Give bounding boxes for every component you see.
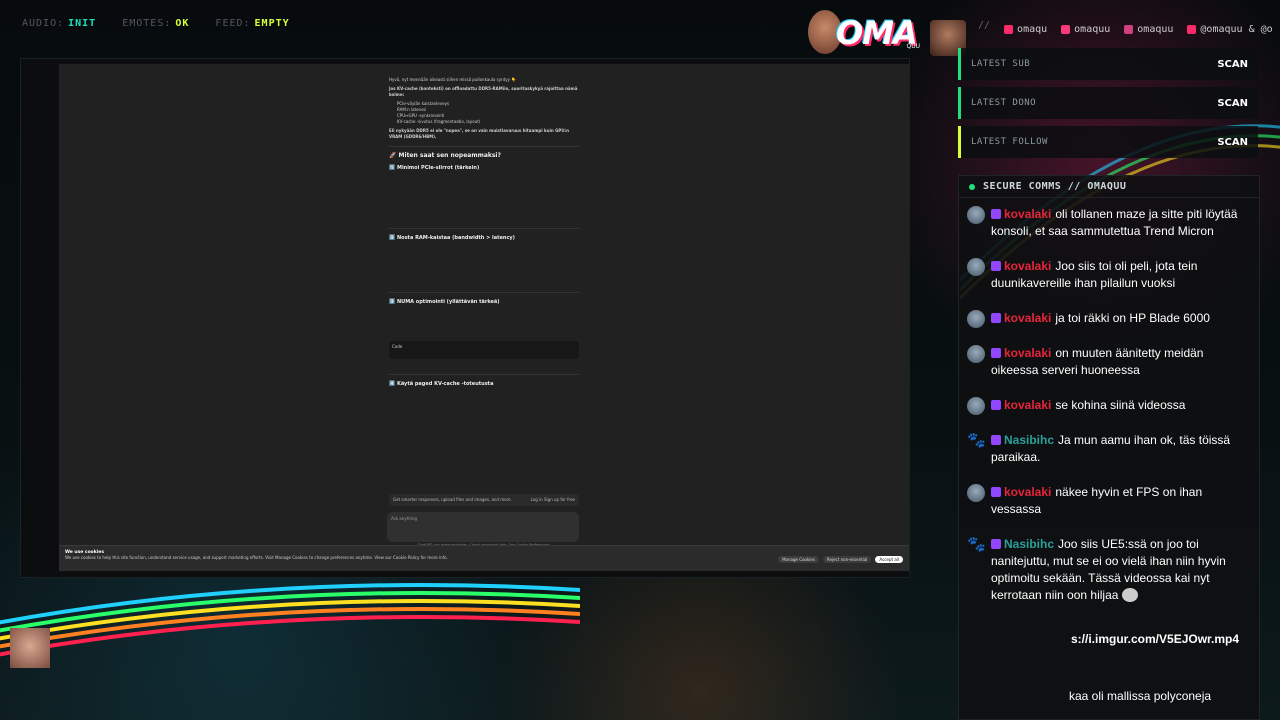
avatar	[967, 206, 985, 224]
code-block: Code	[389, 341, 579, 359]
chat-message: 🐾 Nasibihc Joo siis UE5:ssä on joo toi na…	[967, 536, 1226, 602]
latest-follow-row: LATEST FOLLOW SCAN	[958, 126, 1258, 158]
status-bar: AUDIO: INIT EMOTES: OK FEED: EMPTY	[22, 18, 290, 34]
twitch-badge-icon	[991, 400, 1001, 410]
rainbow-decoration	[0, 583, 580, 657]
cookie-banner: We use cookies We use cookies to help th…	[59, 545, 909, 571]
accept-cookies-button[interactable]: Accept all	[875, 556, 903, 563]
emote-icon	[1122, 588, 1139, 602]
youtube-icon	[1004, 24, 1014, 34]
chat-message: 🐾 Nasibihc Ja mun aamu ihan ok, täs töiss…	[967, 432, 1231, 464]
guest-webcam	[10, 628, 50, 668]
twitch-badge-icon	[991, 435, 1001, 445]
stream-stats: LATEST SUB SCAN LATEST DONO SCAN LATEST …	[958, 48, 1258, 165]
paw-avatar-icon: 🐾	[967, 536, 986, 553]
online-dot-icon	[969, 183, 975, 190]
chat-message: kovalaki oli tollanen maze ja sitte piti …	[959, 206, 1259, 240]
avatar	[967, 484, 985, 502]
reject-cookies-button[interactable]: Reject non-essential	[822, 556, 872, 563]
avatar	[967, 258, 985, 276]
social-youtube-2: @omaquu & @o	[1187, 20, 1273, 38]
chat-message-partial: kaa oli mallissa polyconeja	[1069, 689, 1212, 703]
chat-message: kovalaki Joo siis toi oli peli, jota tein…	[959, 258, 1259, 292]
chat-message: kovalaki se kohina siinä videossa	[959, 397, 1259, 415]
login-button[interactable]: Log in	[531, 497, 543, 502]
chatgpt-response: Hyvä, nyt mennään oikeasti siihen missä …	[389, 77, 579, 387]
latest-sub-row: LATEST SUB SCAN	[958, 48, 1258, 80]
twitch-badge-icon	[991, 313, 1001, 323]
chat-message: kovalaki näkee hyvin et FPS on ihan vessa…	[959, 484, 1259, 518]
avatar	[967, 397, 985, 415]
chat-composer-input[interactable]: Ask anything	[387, 512, 579, 542]
twitch-badge-icon	[991, 348, 1001, 358]
emotes-status: EMOTES: OK	[122, 18, 190, 29]
avatar	[967, 345, 985, 363]
manage-cookies-button[interactable]: Manage Cookies	[778, 556, 819, 563]
chat-messages: kovalaki oli tollanen maze ja sitte piti …	[959, 206, 1259, 622]
chat-message: kovalaki ja toi räkki on HP Blade 6000	[959, 310, 1259, 328]
login-suggestion: Get smarter responses, upload files and …	[389, 494, 579, 506]
chat-message: kovalaki on muuten äänitetty meidän oikee…	[959, 345, 1259, 379]
chatgpt-page: Hyvä, nyt mennään oikeasti siihen missä …	[59, 64, 909, 570]
avatar	[967, 310, 985, 328]
latest-dono-row: LATEST DONO SCAN	[958, 87, 1258, 119]
audio-status: AUDIO: INIT	[22, 18, 97, 29]
divider	[389, 228, 579, 229]
social-youtube-1: omaqu	[1004, 20, 1047, 38]
instagram-icon	[1124, 24, 1134, 34]
twitch-badge-icon	[991, 487, 1001, 497]
twitch-badge-icon	[991, 261, 1001, 271]
chat-panel: SECURE COMMS // OMAQUU kovalaki oli tolla…	[958, 175, 1260, 720]
browser-capture: Hyvä, nyt mennään oikeasti siihen missä …	[20, 58, 910, 578]
social-links: // omaqu omaquu omaquu @omaquu & @o	[978, 20, 1273, 38]
chat-header: SECURE COMMS // OMAQUU	[959, 176, 1259, 198]
social-twitch: omaquu	[1061, 20, 1110, 38]
twitch-icon	[1061, 24, 1071, 34]
twitch-badge-icon	[991, 209, 1001, 219]
youtube-icon	[1187, 24, 1197, 34]
divider	[389, 146, 579, 147]
feed-status: FEED: EMPTY	[215, 18, 290, 29]
paw-avatar-icon: 🐾	[967, 432, 986, 449]
cookie-buttons: Manage Cookies Reject non-essential Acce…	[778, 556, 903, 563]
chat-link[interactable]: s://i.imgur.com/V5EJOwr.mp4	[1071, 632, 1239, 646]
signup-button[interactable]: Sign up for free	[544, 497, 575, 502]
social-instagram: omaquu	[1124, 20, 1173, 38]
divider	[389, 292, 579, 293]
twitch-badge-icon	[991, 539, 1001, 549]
divider	[389, 374, 579, 375]
